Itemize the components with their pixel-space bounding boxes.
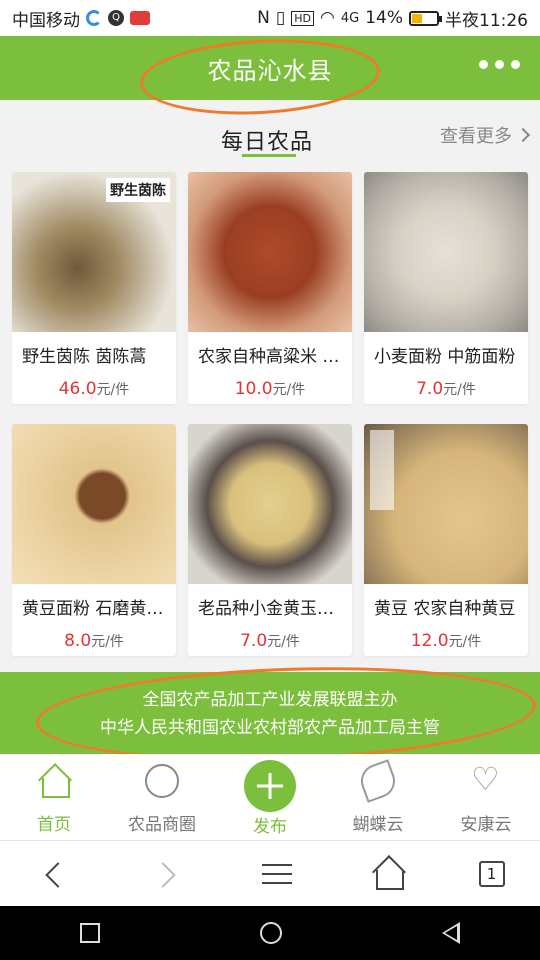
section-underline [242,154,296,157]
product-grid: 野生茵陈 野生茵陈 茵陈蒿 46.0元/件 农家自种高粱米 红高粱 10.0元/… [12,172,528,656]
tab-market[interactable]: 农品商圈 [108,754,216,840]
tab-label: 蝴蝶云 [352,815,404,835]
product-name: 农家自种高粱米 红高粱 [198,347,352,367]
app-notification-icon [86,10,102,26]
hd-badge: HD [291,10,314,26]
see-more-link[interactable]: 查看更多 [440,122,531,148]
chevron-right-icon [515,127,531,143]
product-price: 46.0元/件 [58,379,130,399]
system-nav-bar [0,906,540,960]
product-image [364,424,528,584]
product-image: 野生茵陈 [12,172,176,332]
home-nav-icon[interactable] [260,922,282,944]
back-nav-icon[interactable] [442,922,460,944]
product-name: 小麦面粉 中筋面粉 [374,347,516,367]
tab-label: 首页 [37,815,71,835]
tab-publish[interactable]: 发布 [216,754,324,840]
daily-products-section-header: 每日农品 查看更多 [0,110,540,160]
product-card[interactable]: 小麦面粉 中筋面粉 7.0元/件 [364,172,528,404]
plus-icon [244,760,296,812]
vibrate-icon: ▯ [275,8,286,28]
home-icon [37,764,71,798]
product-price: 12.0元/件 [410,631,482,651]
section-title: 每日农品 [221,130,314,155]
tab-butterfly-cloud[interactable]: 蝴蝶云 [324,754,432,840]
battery-percent: 14% [365,8,403,28]
tab-label: 农品商圈 [128,815,196,835]
product-card[interactable]: 老品种小金黄玉米面 7.0元/件 [188,424,352,656]
product-image [188,424,352,584]
carrier-label: 中国移动 [12,10,80,31]
product-name: 野生茵陈 茵陈蒿 [22,347,147,367]
status-bar: 中国移动 Q N ▯ HD ◠ 4G 14% 半夜11:26 [0,0,540,36]
product-price: 7.0元/件 [416,379,476,399]
tab-label: 发布 [253,817,287,837]
product-card[interactable]: 农家自种高粱米 红高粱 10.0元/件 [188,172,352,404]
leaf-icon [356,759,400,803]
tabs-button[interactable]: 1 [478,860,505,887]
back-button[interactable] [35,854,75,894]
product-name: 黄豆 农家自种黄豆 [374,599,516,619]
tab-home[interactable]: 首页 [0,754,108,840]
nfc-icon: N [257,8,270,28]
clock: 半夜11:26 [445,10,528,31]
bottom-tab-bar: 首页 农品商圈 发布 蝴蝶云 安康云 [0,754,540,840]
product-price: 8.0元/件 [64,631,124,651]
message-notification-icon [130,11,150,25]
product-image-tag: 野生茵陈 [106,178,170,202]
browser-home-button[interactable] [368,854,408,894]
product-price: 7.0元/件 [240,631,300,651]
more-menu-icon[interactable] [479,60,520,69]
menu-button[interactable] [257,854,297,894]
forward-button[interactable] [146,854,186,894]
product-image [364,172,528,332]
tab-label: 安康云 [460,815,512,835]
product-image [12,424,176,584]
product-price: 10.0元/件 [234,379,306,399]
tab-ankang-cloud[interactable]: 安康云 [432,754,540,840]
ring-icon [145,764,179,798]
signal-icon: 4G [340,10,360,26]
battery-icon [409,10,442,26]
see-more-label: 查看更多 [440,126,512,147]
recents-icon[interactable] [80,923,100,943]
product-name: 黄豆面粉 石磨黄豆面 [22,599,176,619]
heart-icon [469,760,503,798]
q-notification-icon: Q [108,10,124,26]
product-card[interactable]: 黄豆 农家自种黄豆 12.0元/件 [364,424,528,656]
product-card[interactable]: 黄豆面粉 石磨黄豆面 8.0元/件 [12,424,176,656]
wifi-icon: ◠ [320,8,335,28]
browser-toolbar: 1 [0,840,540,906]
product-card[interactable]: 野生茵陈 野生茵陈 茵陈蒿 46.0元/件 [12,172,176,404]
product-name: 老品种小金黄玉米面 [198,599,351,619]
product-image [188,172,352,332]
